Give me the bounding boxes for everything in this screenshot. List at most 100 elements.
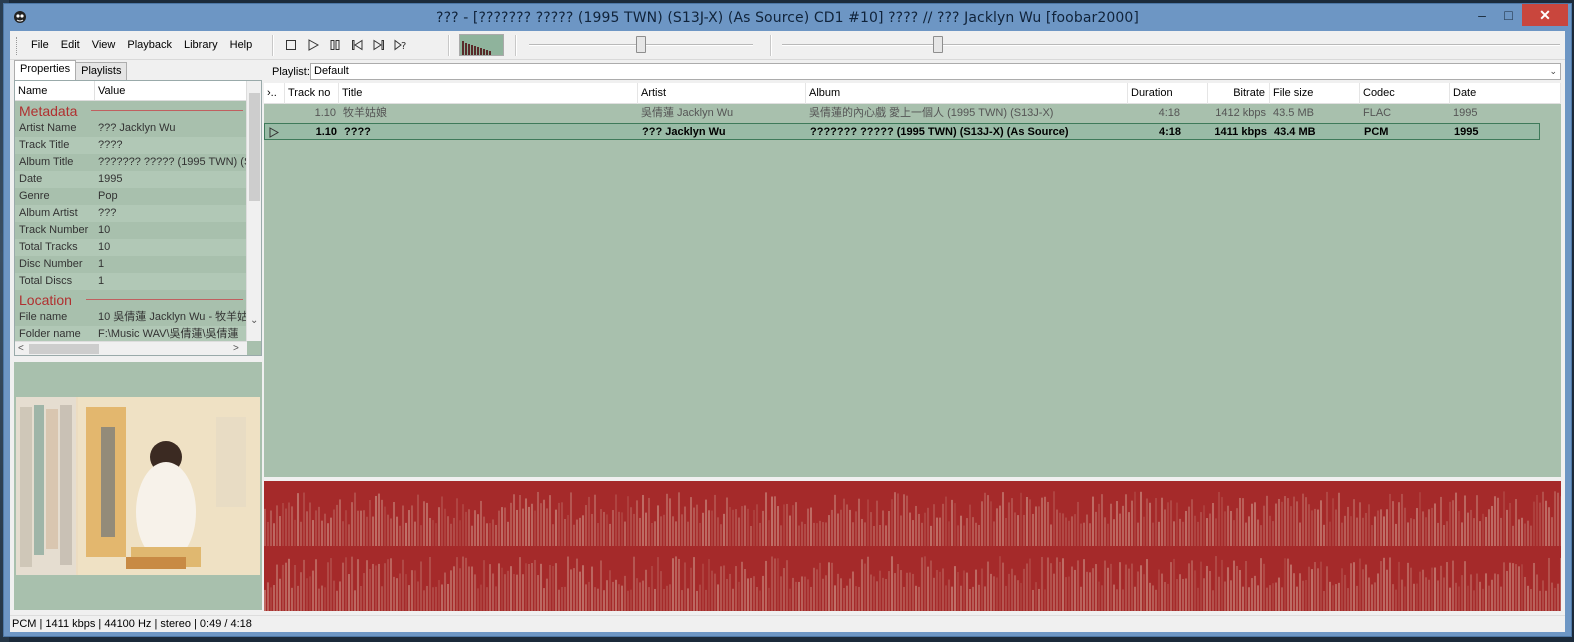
menu-edit[interactable]: Edit [55,31,86,60]
property-name: Date [19,173,43,185]
menu-library[interactable]: Library [178,31,224,60]
pause-button[interactable] [326,37,344,53]
property-row[interactable]: Track Number 10 [15,222,247,239]
property-row[interactable]: Total Tracks 10 [15,239,247,256]
column-header-codec[interactable]: Codec [1360,83,1450,104]
playlist-dropdown[interactable]: Default ⌄ [310,63,1561,80]
now-playing-icon [269,124,283,144]
scroll-right-icon[interactable]: > [233,343,239,354]
properties-panel: Name Value Metadata Artist Name ??? Jackl… [14,80,262,356]
stop-button[interactable] [282,37,300,53]
next-button[interactable] [370,37,388,53]
next-icon [373,39,384,51]
property-row[interactable]: Artist Name ??? Jacklyn Wu [15,120,247,137]
property-row[interactable]: Total Discs 1 [15,273,247,290]
stop-icon [286,40,296,50]
close-button[interactable]: ✕ [1522,4,1568,26]
scrollbar-thumb[interactable] [249,93,260,201]
property-row[interactable]: File name 10 吳倩蓮 Jacklyn Wu - 牧羊姑 [15,309,247,326]
column-header-track-no[interactable]: Track no [285,83,339,104]
foobar-window: ??? - [??????? ????? (1995 TWN) (S13J-X)… [3,3,1572,637]
visualization-box[interactable] [459,34,504,56]
property-row[interactable]: Disc Number 1 [15,256,247,273]
random-button[interactable]: ? [392,37,410,53]
property-row[interactable]: Track Title???? [15,137,247,154]
property-row[interactable]: Genre Pop [15,188,247,205]
property-name: Total Tracks [19,241,78,253]
tab-properties[interactable]: Properties [14,60,77,80]
toolbar-separator [272,35,274,56]
play-icon [308,39,319,51]
property-value: 10 [98,224,111,236]
scrollbar-thumb[interactable] [29,344,99,354]
column-header-title[interactable]: Title [339,83,638,104]
seek-track [782,44,1560,46]
column-header-value[interactable]: Value [95,81,125,100]
menu-file[interactable]: File [25,31,55,60]
tab-playlists[interactable]: Playlists [75,62,128,80]
column-header-name[interactable]: Name [15,81,95,100]
menu-help[interactable]: Help [224,31,259,60]
property-row[interactable]: Album Artist??? [15,205,247,222]
property-name: Total Discs [19,275,73,287]
column-header-playing[interactable]: ›.. [264,83,285,104]
property-value: ??? [98,207,117,219]
previous-button[interactable] [348,37,366,53]
volume-thumb[interactable] [636,36,646,53]
spectrogram-view[interactable] [264,481,1561,611]
play-button[interactable] [304,37,322,53]
scroll-left-icon[interactable]: < [18,343,24,354]
properties-vertical-scrollbar[interactable]: ⌄ [246,81,261,341]
toolbar-separator [448,35,450,56]
previous-icon [352,39,363,51]
cell-filesize: 43.4 MB [1274,126,1316,138]
cell-date: 1995 [1453,107,1478,119]
left-pane-tabs: Properties Playlists [14,60,128,80]
title-bar[interactable]: ??? - [??????? ????? (1995 TWN) (S13J-X)… [4,4,1571,31]
window-title: ??? - [??????? ????? (1995 TWN) (S13J-X)… [436,10,1139,26]
cell-album: ??????? ????? (1995 TWN) (S13J-X) (As So… [810,126,1069,138]
column-header-album[interactable]: Album [806,83,1128,104]
chevron-down-icon: ⌄ [1549,66,1557,76]
volume-slider[interactable] [529,36,753,54]
seek-bar[interactable] [782,36,1560,54]
column-header-duration[interactable]: Duration [1128,83,1208,104]
property-value: ??????? ????? (1995 TWN) (S13J-X) [98,156,247,168]
column-header-date[interactable]: Date [1450,83,1561,104]
group-divider [85,299,243,300]
client-area: File Edit View Playback Library Help ? P… [10,31,1565,632]
scroll-down-icon[interactable]: ⌄ [250,315,258,326]
property-row[interactable]: Folder name F:\Music WAV\吳倩蓮\吳倩蓮 [15,326,247,341]
seek-thumb[interactable] [933,36,943,53]
playlist-row[interactable]: 1.10 牧羊姑娘 吳倩蓮 Jacklyn Wu 吳倩蓮的內心戲 愛上一個人 (199… [264,105,1540,122]
property-row[interactable]: Album Title ??????? ????? (1995 TWN) (S13… [15,154,247,171]
properties-horizontal-scrollbar[interactable]: < > [15,341,247,355]
playlist-row[interactable]: 1.10???? ??? Jacklyn Wu ??????? ????? (199… [264,123,1540,140]
toolbar-grip[interactable] [16,36,19,55]
minimize-button[interactable]: – [1469,4,1495,26]
transport-controls: ? [282,37,410,53]
menu-view[interactable]: View [86,31,122,60]
column-header-artist[interactable]: Artist [638,83,806,104]
toolbar-separator [770,35,772,56]
cell-track: 1.10 [315,126,337,138]
cell-album: 吳倩蓮的內心戲 愛上一個人 (1995 TWN) (S13J-X) [809,107,1054,119]
column-header-file-size[interactable]: File size [1270,83,1360,104]
cell-codec: FLAC [1363,107,1392,119]
pause-icon [330,40,340,50]
toolbar-separator [515,35,517,56]
property-row[interactable]: Date 1995 [15,171,247,188]
property-name: Album Title [19,156,74,168]
maximize-button[interactable]: □ [1495,4,1522,26]
playlist-view: ›.. Track no Title Artist Album Duration… [264,83,1561,477]
toolbar-row: File Edit View Playback Library Help ? [10,31,1565,60]
album-cover-image [16,397,260,575]
maximize-icon: □ [1504,7,1513,23]
property-value: 1 [98,275,105,287]
properties-list: Metadata Artist Name ??? Jacklyn Wu Track … [15,101,247,341]
menu-playback[interactable]: Playback [121,31,178,60]
random-icon: ? [394,39,406,51]
column-header-bitrate[interactable]: Bitrate [1208,83,1270,104]
property-value: 10 吳倩蓮 Jacklyn Wu - 牧羊姑 [98,311,247,323]
property-value: 1995 [98,173,123,185]
